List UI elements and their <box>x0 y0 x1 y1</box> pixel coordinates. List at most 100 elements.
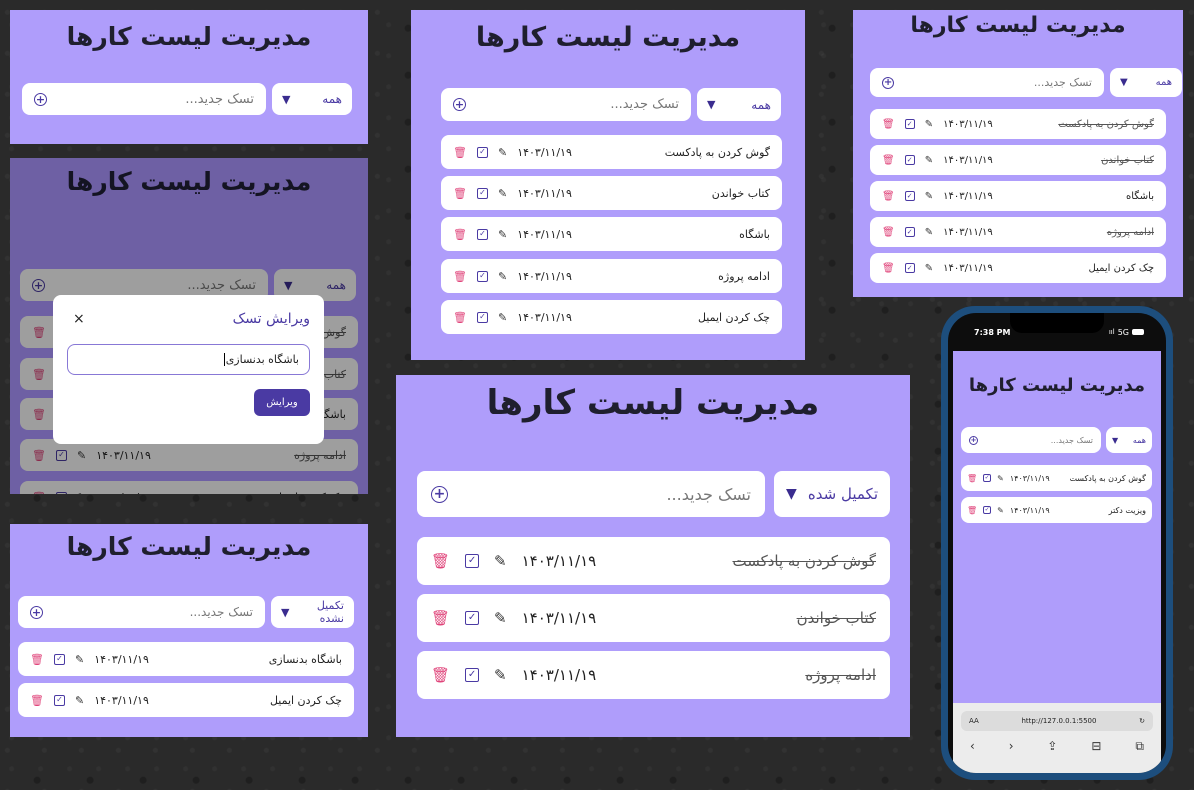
checkbox-icon[interactable]: ✓ <box>465 668 480 682</box>
trash-icon[interactable]: 🗑 <box>453 311 467 324</box>
reload-icon[interactable]: ↻ <box>1139 717 1145 725</box>
checkbox-icon[interactable]: ✓ <box>904 227 915 237</box>
edit-icon[interactable]: ✎ <box>77 491 86 495</box>
checkbox-icon[interactable]: ✓ <box>476 187 488 199</box>
trash-icon[interactable]: 🗑 <box>32 408 46 421</box>
trash-icon[interactable]: 🗑 <box>967 474 977 483</box>
filter-select[interactable]: تکمیل شده ▼ <box>774 471 890 517</box>
trash-icon[interactable]: 🗑 <box>882 155 895 166</box>
edit-task-value: باشگاه بدنسازی <box>225 353 299 366</box>
checkbox-icon[interactable]: ✓ <box>55 449 67 461</box>
edit-icon[interactable]: ✎ <box>498 146 507 159</box>
new-task-input[interactable]: تسک جدید... + <box>18 596 265 628</box>
checkbox-icon[interactable]: ✓ <box>904 119 915 129</box>
trash-icon[interactable]: 🗑 <box>882 119 895 130</box>
trash-icon[interactable]: 🗑 <box>453 146 467 159</box>
bookmarks-icon[interactable]: ⊟ <box>1091 739 1101 754</box>
trash-icon[interactable]: 🗑 <box>967 506 977 515</box>
chevron-down-icon: ▼ <box>282 92 291 106</box>
trash-icon[interactable]: 🗑 <box>30 694 44 707</box>
new-task-input[interactable]: تسک جدید... + <box>22 83 266 115</box>
checkbox-icon[interactable]: ✓ <box>904 155 915 165</box>
trash-icon[interactable]: 🗑 <box>882 191 895 202</box>
trash-icon[interactable]: 🗑 <box>882 227 895 238</box>
new-task-placeholder: تسک جدید... <box>1033 76 1092 89</box>
edit-task-input[interactable]: باشگاه بدنسازی <box>67 344 310 375</box>
task-name: گوش کردن به پادکست <box>1058 118 1154 130</box>
checkbox-icon[interactable]: ✓ <box>904 191 915 201</box>
plus-circle-icon[interactable]: + <box>453 98 466 111</box>
edit-icon[interactable]: ✎ <box>498 228 507 241</box>
checkbox-icon[interactable]: ✓ <box>465 611 480 625</box>
tabs-icon[interactable]: ⧉ <box>1135 739 1144 754</box>
plus-circle-icon[interactable]: + <box>34 92 47 106</box>
trash-icon[interactable]: 🗑 <box>453 187 467 200</box>
reader-aa[interactable]: AA <box>969 717 979 725</box>
task-item: گوش کردن به پادکست 🗑 ✓ ✎ ۱۴۰۳/۱۱/۱۹ <box>441 135 782 169</box>
edit-icon[interactable]: ✎ <box>75 653 84 666</box>
edit-icon[interactable]: ✎ <box>925 227 933 238</box>
trash-icon[interactable]: 🗑 <box>32 449 46 462</box>
trash-icon[interactable]: 🗑 <box>32 326 46 339</box>
trash-icon[interactable]: 🗑 <box>453 228 467 241</box>
plus-circle-icon[interactable]: + <box>969 435 978 445</box>
filter-select[interactable]: همه ▼ <box>1110 68 1182 97</box>
close-icon[interactable]: × <box>73 311 85 327</box>
trash-icon[interactable]: 🗑 <box>431 609 450 627</box>
new-task-input[interactable]: تسک جدید... + <box>870 68 1104 97</box>
checkbox-icon[interactable]: ✓ <box>476 311 488 323</box>
trash-icon[interactable]: 🗑 <box>431 666 450 684</box>
new-task-input[interactable]: تسک جدید... + <box>441 88 691 121</box>
checkbox-icon[interactable]: ✓ <box>983 474 992 482</box>
plus-circle-icon[interactable]: + <box>431 485 448 503</box>
trash-icon[interactable]: 🗑 <box>431 552 450 570</box>
trash-icon[interactable]: 🗑 <box>32 368 46 381</box>
edit-icon[interactable]: ✎ <box>498 311 507 324</box>
forward-icon[interactable]: › <box>1009 739 1014 754</box>
checkbox-icon[interactable]: ✓ <box>983 506 992 514</box>
new-task-input[interactable]: تسک جدید... + <box>417 471 765 517</box>
checkbox-icon[interactable]: ✓ <box>53 653 65 665</box>
edit-icon[interactable]: ✎ <box>494 609 507 627</box>
task-item: چک کردن ایمیل 🗑 ✓ ✎ ۱۴۰۳/۱۱/۱۹ <box>18 683 354 717</box>
edit-icon[interactable]: ✎ <box>997 474 1004 483</box>
edit-icon[interactable]: ✎ <box>925 155 933 166</box>
plus-circle-icon[interactable]: + <box>30 605 43 619</box>
edit-icon[interactable]: ✎ <box>925 191 933 202</box>
edit-icon[interactable]: ✎ <box>498 270 507 283</box>
filter-select[interactable]: همه ▼ <box>1106 427 1152 453</box>
checkbox-icon[interactable]: ✓ <box>465 554 480 568</box>
edit-icon[interactable]: ✎ <box>77 449 86 462</box>
new-task-input[interactable]: تسک جدید... + <box>961 427 1101 453</box>
back-icon[interactable]: ‹ <box>970 739 975 754</box>
trash-icon[interactable]: 🗑 <box>30 653 44 666</box>
checkbox-icon[interactable]: ✓ <box>476 228 488 240</box>
task-name: باشگاه <box>1125 190 1154 202</box>
checkbox-icon[interactable]: ✓ <box>904 263 915 273</box>
edit-submit-button[interactable]: ویرایش <box>254 389 310 416</box>
plus-circle-icon[interactable]: + <box>32 278 45 292</box>
task-item: ادامه پروژه 🗑 ✓ ✎ ۱۴۰۳/۱۱/۱۹ <box>870 217 1166 247</box>
filter-select[interactable]: همه ▼ <box>272 83 352 115</box>
edit-icon[interactable]: ✎ <box>925 119 933 130</box>
filter-select[interactable]: همه ▼ <box>697 88 781 121</box>
edit-icon[interactable]: ✎ <box>494 666 507 684</box>
checkbox-icon[interactable]: ✓ <box>476 270 488 282</box>
task-name: چک کردن ایمیل <box>269 693 342 707</box>
plus-circle-icon[interactable]: + <box>882 76 894 89</box>
filter-select[interactable]: تکمیل نشده ▼ <box>271 596 354 628</box>
trash-icon[interactable]: 🗑 <box>32 491 46 495</box>
trash-icon[interactable]: 🗑 <box>882 263 895 274</box>
checkbox-icon[interactable]: ✓ <box>53 694 65 706</box>
edit-icon[interactable]: ✎ <box>498 187 507 200</box>
share-icon[interactable]: ⇪ <box>1047 739 1057 754</box>
checkbox-icon[interactable]: ✓ <box>476 146 488 158</box>
address-bar[interactable]: AA http://127.0.0.1:5500 ↻ <box>961 711 1153 731</box>
edit-icon[interactable]: ✎ <box>494 552 507 570</box>
edit-icon[interactable]: ✎ <box>75 694 84 707</box>
edit-icon[interactable]: ✎ <box>997 506 1004 515</box>
checkbox-icon[interactable]: ✓ <box>55 491 67 494</box>
trash-icon[interactable]: 🗑 <box>453 270 467 283</box>
edit-icon[interactable]: ✎ <box>925 263 933 274</box>
task-item: چک کردن ایمیل 🗑 ✓ ✎ ۱۴۰۳/۱۱/۱۹ <box>870 253 1166 283</box>
